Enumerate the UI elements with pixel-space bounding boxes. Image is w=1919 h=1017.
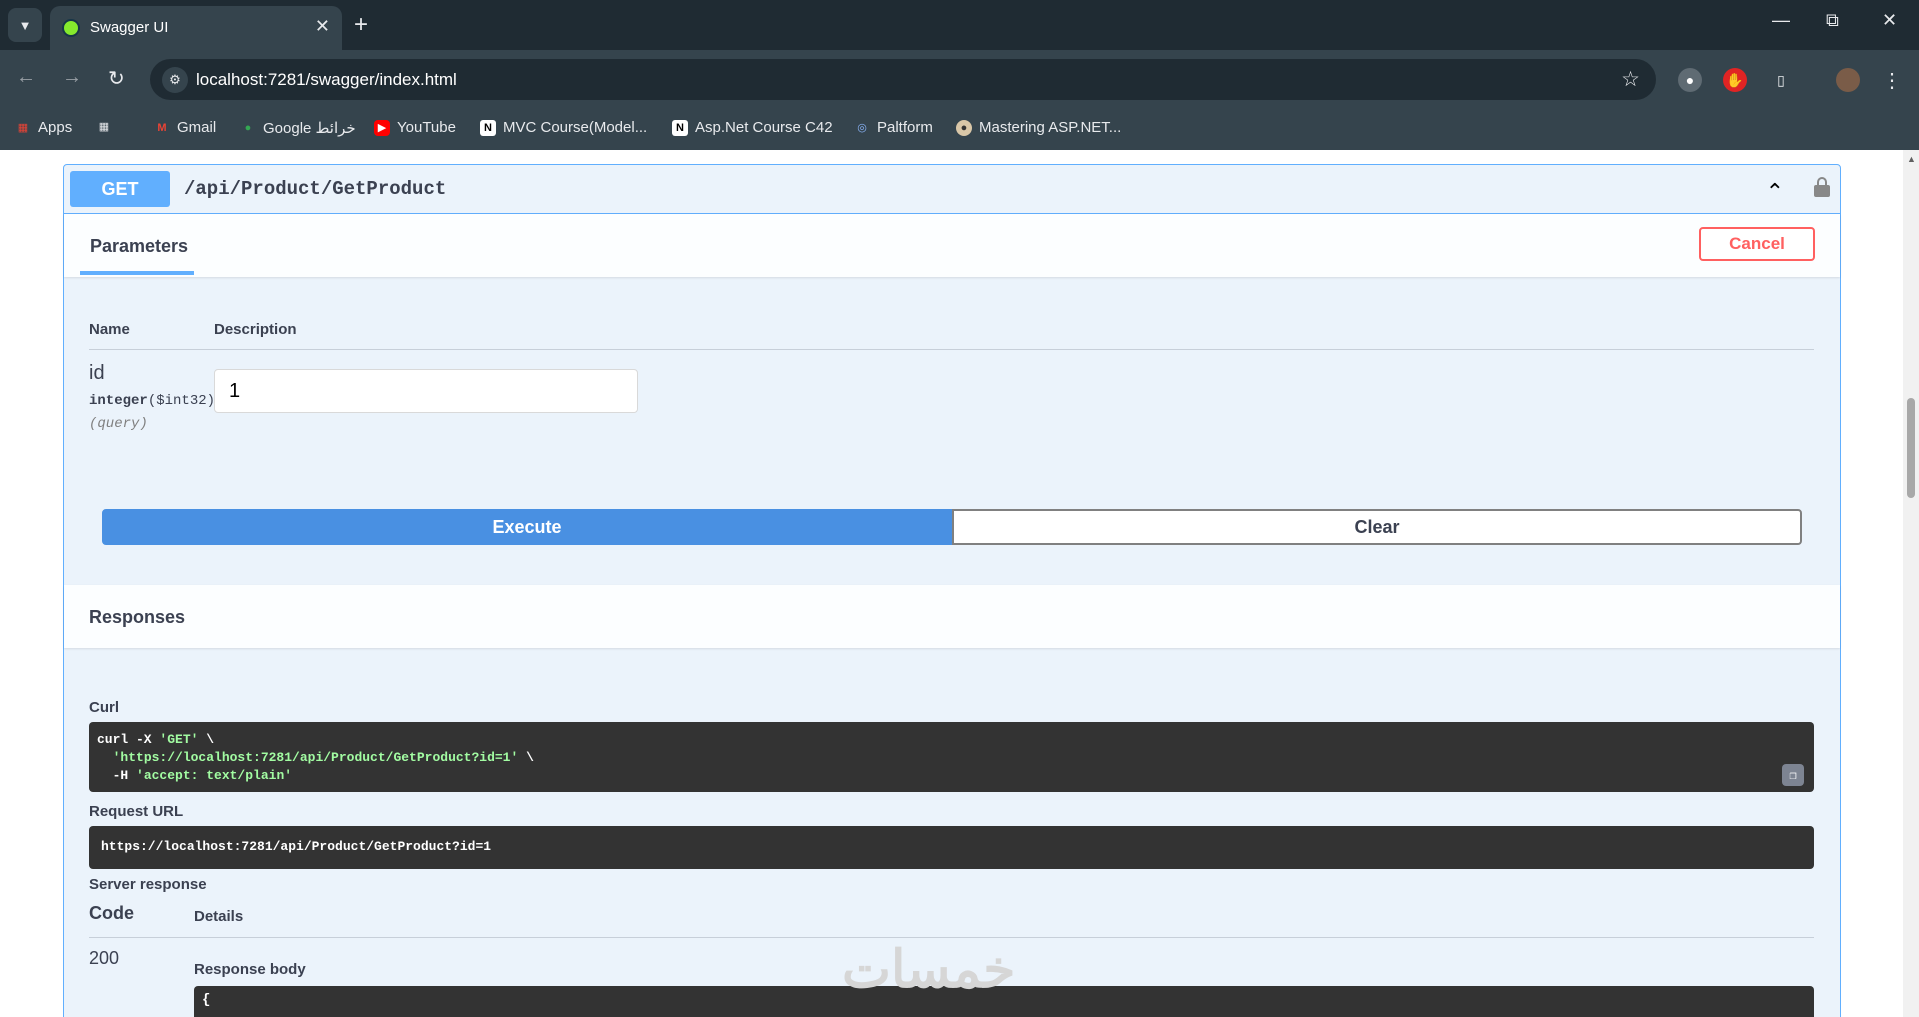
site-info-icon[interactable]: ⚙ (162, 67, 188, 93)
notion-icon: N (480, 119, 496, 136)
collapse-chevron-up-icon[interactable]: ⌃ (1766, 179, 1784, 205)
page-scrollbar[interactable]: ▲ (1903, 150, 1919, 1017)
bookmark-label: Google خرائط (263, 120, 356, 137)
adblock-extension-icon[interactable]: ✋ (1723, 68, 1747, 92)
request-url-text: https://localhost:7281/api/Product/GetPr… (101, 839, 492, 854)
bookmark-google-maps[interactable]: ● Google خرائط (240, 119, 356, 137)
bookmark-label: Mastering ASP.NET... (979, 119, 1122, 136)
close-tab-icon[interactable]: ✕ (315, 16, 330, 37)
tab-groups-grid-icon: ▦ (98, 121, 110, 133)
divider (89, 937, 1814, 938)
id-parameter-input[interactable] (214, 369, 638, 413)
platform-icon: ◎ (857, 121, 867, 134)
bookmark-mastering-aspnet[interactable]: ● Mastering ASP.NET... (956, 119, 1121, 136)
curl-label: Curl (89, 699, 119, 716)
cancel-button[interactable]: Cancel (1699, 227, 1815, 261)
bookmark-star-icon[interactable]: ☆ (1621, 67, 1640, 92)
menu-kebab-icon[interactable]: ⋮ (1880, 68, 1904, 92)
new-tab-icon[interactable]: + (354, 10, 368, 40)
back-icon[interactable]: ← (16, 66, 36, 89)
bookmark-label: YouTube (397, 119, 456, 136)
parameter-name: id (89, 362, 105, 384)
address-bar[interactable]: ⚙ localhost:7281/swagger/index.html ☆ (150, 59, 1656, 100)
bookmark-label: Asp.Net Course C42 (695, 119, 833, 136)
google-maps-icon: ● (244, 122, 252, 134)
clear-button[interactable]: Clear (952, 509, 1802, 545)
bookmark-youtube[interactable]: ▶ YouTube (374, 119, 456, 136)
bookmark-label: Gmail (177, 119, 217, 136)
restore-icon[interactable]: ⧉ (1826, 10, 1839, 31)
name-column-header: Name (89, 321, 130, 338)
bookmark-aspnet-course[interactable]: N Asp.Net Course C42 (672, 119, 833, 136)
reload-icon[interactable]: ↻ (108, 66, 125, 91)
response-body-label: Response body (194, 961, 306, 978)
tab-parameters[interactable]: Parameters (90, 236, 188, 257)
status-code: 200 (89, 948, 120, 968)
description-column-header: Description (214, 321, 297, 338)
browser-toolbar: ← → ↻ ⚙ localhost:7281/swagger/index.htm… (0, 50, 1919, 110)
gmail-icon: M (157, 121, 167, 134)
code-column-header: Code (89, 903, 134, 923)
swagger-favicon-icon (62, 19, 80, 37)
tab-strip: ▼ Swagger UI ✕ + — ⧉ ✕ (0, 0, 1919, 50)
server-response-label: Server response (89, 876, 207, 893)
execute-button[interactable]: Execute (102, 509, 952, 545)
divider (89, 349, 1814, 350)
operation-path: /api/Product/GetProduct (184, 178, 447, 200)
active-tab-indicator (80, 271, 194, 275)
scroll-up-arrow-icon[interactable]: ▲ (1907, 154, 1916, 164)
apps-grid-icon: ▦ (17, 121, 29, 134)
request-url-block[interactable]: https://localhost:7281/api/Product/GetPr… (89, 826, 1814, 869)
parameter-location: (query) (89, 416, 148, 432)
responses-header: Responses (64, 585, 1840, 648)
tab-title: Swagger UI (90, 19, 169, 36)
swagger-page: GET /api/Product/GetProduct ⌃ Parameters… (0, 150, 1903, 1017)
url-text[interactable]: localhost:7281/swagger/index.html (196, 70, 457, 90)
parameter-type: integer($int32) (89, 393, 216, 409)
operation-summary[interactable]: GET /api/Product/GetProduct ⌃ (64, 165, 1840, 214)
copy-to-clipboard-icon[interactable]: ❐ (1782, 764, 1804, 786)
operation-block-get-product: GET /api/Product/GetProduct ⌃ Parameters… (63, 164, 1841, 1017)
authorization-lock-icon[interactable] (1814, 177, 1830, 197)
bookmark-label: MVC Course(Model... (503, 119, 648, 136)
bookmark-grid[interactable]: ▦ (96, 119, 112, 135)
forward-icon[interactable]: → (62, 66, 82, 89)
close-window-icon[interactable]: ✕ (1882, 10, 1897, 31)
parameters-header: Parameters Cancel (64, 214, 1840, 277)
tab-search-chevron-icon[interactable]: ▼ (8, 8, 42, 42)
bookmark-label: Apps (38, 119, 73, 136)
curl-code-block[interactable]: curl -X 'GET' \ 'https://localhost:7281/… (89, 722, 1814, 792)
http-method-badge: GET (70, 171, 170, 207)
watermark-logo: خمسات (842, 941, 1016, 999)
request-url-label: Request URL (89, 803, 184, 820)
extensions-puzzle-icon[interactable]: ▯ (1769, 68, 1793, 92)
bookmark-mvc-course[interactable]: N MVC Course(Model... (480, 119, 647, 136)
youtube-icon: ▶ (374, 119, 390, 136)
profile-avatar[interactable] (1836, 68, 1860, 92)
bookmarks-bar: ▦ Apps ▦ M Gmail ● Google خرائط ▶ YouTub… (0, 110, 1919, 150)
responses-title: Responses (89, 607, 186, 627)
globe-extension-icon[interactable]: ● (1678, 68, 1702, 92)
bookmark-platform[interactable]: ◎ Paltform (854, 119, 933, 136)
scrollbar-thumb[interactable] (1907, 398, 1915, 498)
details-column-header: Details (194, 908, 244, 925)
bookmark-gmail[interactable]: M Gmail (154, 119, 216, 136)
notion-icon: N (672, 119, 688, 136)
bookmark-label: Paltform (877, 119, 933, 136)
browser-tab[interactable]: Swagger UI ✕ (50, 6, 342, 50)
course-icon: ● (956, 119, 972, 136)
minimize-icon[interactable]: — (1772, 10, 1790, 31)
bookmark-apps[interactable]: ▦ Apps (15, 119, 72, 136)
